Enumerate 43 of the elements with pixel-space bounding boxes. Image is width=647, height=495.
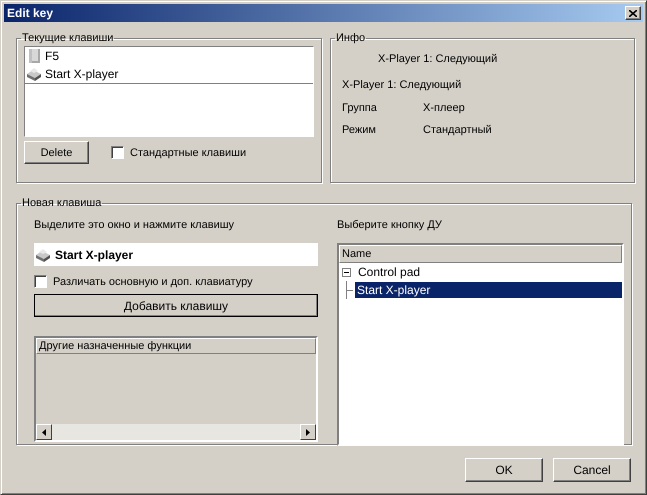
remote-tree[interactable]: Name Control pad Start X-player bbox=[337, 243, 624, 446]
group-title: Текущие клавиши bbox=[22, 32, 114, 44]
add-key-button[interactable]: Добавить клавишу bbox=[34, 294, 318, 317]
close-button[interactable] bbox=[625, 6, 641, 20]
key-list[interactable]: F5 Start X-player bbox=[24, 46, 314, 137]
key-label: Start X-player bbox=[45, 67, 118, 81]
key-list-item[interactable]: Start X-player bbox=[25, 65, 313, 83]
close-icon bbox=[629, 10, 637, 16]
right-arrow-icon bbox=[306, 428, 310, 436]
info-value: Стандартный bbox=[423, 124, 492, 136]
instruction-text: Выберите кнопку ДУ bbox=[337, 219, 443, 233]
tree-item[interactable]: Start X-player bbox=[355, 282, 622, 298]
tree-item[interactable]: Control pad bbox=[356, 264, 422, 280]
key-list-item[interactable]: F5 bbox=[25, 47, 313, 65]
scroll-left-button[interactable] bbox=[36, 424, 52, 440]
info-label: Режим bbox=[342, 124, 377, 136]
scroll-right-button[interactable] bbox=[300, 424, 316, 440]
left-arrow-icon bbox=[42, 428, 46, 436]
info-label: Группа bbox=[342, 102, 378, 114]
delete-button[interactable]: Delete bbox=[24, 141, 89, 164]
window-title: Edit key bbox=[7, 6, 54, 20]
dialog-button[interactable]: OK bbox=[465, 458, 543, 482]
checkbox-label: Различать основную и доп. клавиатуру bbox=[53, 276, 253, 288]
device-icon bbox=[35, 246, 51, 262]
horizontal-scrollbar[interactable] bbox=[36, 424, 316, 440]
checkbox[interactable] bbox=[34, 275, 47, 288]
key-label: F5 bbox=[45, 49, 60, 63]
collapse-icon[interactable] bbox=[342, 268, 351, 276]
column-header[interactable]: Name bbox=[339, 245, 622, 263]
key-icon bbox=[26, 48, 42, 64]
group-title: Инфо bbox=[336, 32, 366, 44]
info-text: X-Player 1: Следующий bbox=[378, 53, 498, 65]
info-text: X-Player 1: Следующий bbox=[342, 79, 462, 91]
key-capture-field[interactable]: Start X-player bbox=[34, 243, 318, 266]
instruction-text: Выделите это окно и нажмите клавишу bbox=[34, 219, 236, 233]
column-header[interactable]: Другие назначенные функции bbox=[36, 338, 316, 354]
device-icon bbox=[26, 66, 42, 82]
checkbox[interactable] bbox=[111, 146, 124, 159]
checkbox-label: Стандартные клавиши bbox=[130, 146, 246, 158]
info-value: X-плеер bbox=[423, 102, 465, 114]
functions-list[interactable]: Другие назначенные функции bbox=[34, 336, 318, 442]
dialog-button[interactable]: Cancel bbox=[553, 458, 631, 482]
group-title: Новая клавиша bbox=[22, 197, 102, 209]
